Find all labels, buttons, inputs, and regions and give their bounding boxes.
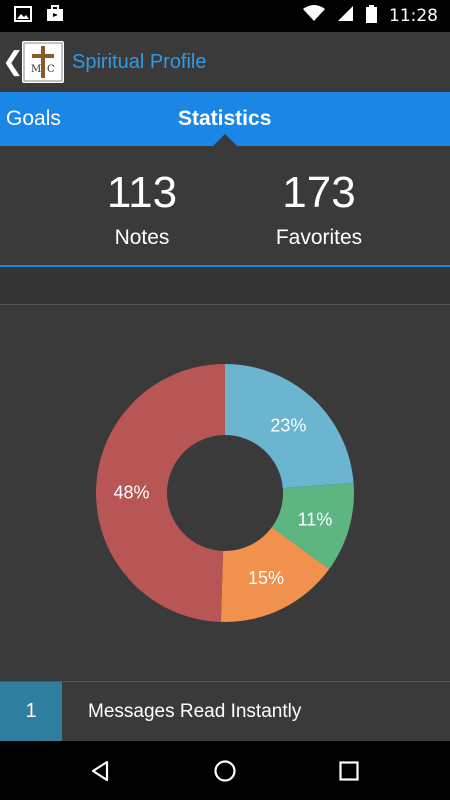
briefcase-icon <box>46 5 64 27</box>
favorites-stat: 173 Favorites <box>219 146 419 250</box>
donut-label-3: 48% <box>113 482 149 502</box>
favorites-label: Favorites <box>275 226 363 249</box>
donut-label-1: 11% <box>298 509 333 529</box>
donut-label-0: 23% <box>270 415 306 435</box>
app-bar: ❮ M C Spiritual Profile <box>0 32 450 92</box>
notes-label: Notes <box>114 226 170 249</box>
wifi-icon <box>303 5 325 27</box>
notes-count: 113 <box>106 168 178 217</box>
chart-container: 23% 11% 15% 48% <box>0 305 450 680</box>
notes-stat: 113 Notes <box>42 146 242 250</box>
list-item[interactable]: 1 Messages Read Instantly <box>0 681 450 741</box>
list-item-label: Messages Read Instantly <box>88 701 302 722</box>
tab-selected-indicator <box>213 134 237 146</box>
chevron-left-icon[interactable]: ❮ <box>2 47 24 77</box>
count-badge: 1 <box>0 682 62 741</box>
recents-icon[interactable] <box>331 753 367 789</box>
signal-icon <box>337 5 354 27</box>
donut-chart: 23% 11% 15% 48% <box>96 364 354 622</box>
svg-text:M: M <box>31 64 41 75</box>
tab-goals[interactable]: Goals <box>6 92 61 146</box>
svg-text:C: C <box>47 64 55 75</box>
image-icon <box>14 5 32 27</box>
home-icon[interactable] <box>207 753 243 789</box>
app-title: Spiritual Profile <box>72 50 207 73</box>
donut-label-2: 15% <box>248 568 284 588</box>
status-bar: 11:28 <box>0 0 450 32</box>
status-time: 11:28 <box>389 6 438 26</box>
favorites-count: 173 <box>282 168 356 217</box>
battery-icon <box>366 4 377 28</box>
back-icon[interactable] <box>82 753 118 789</box>
navigation-bar <box>0 741 450 800</box>
app-logo[interactable]: M C <box>22 41 64 83</box>
section-spacer <box>0 267 450 304</box>
stats-summary: 113 Notes 173 Favorites <box>0 146 450 266</box>
